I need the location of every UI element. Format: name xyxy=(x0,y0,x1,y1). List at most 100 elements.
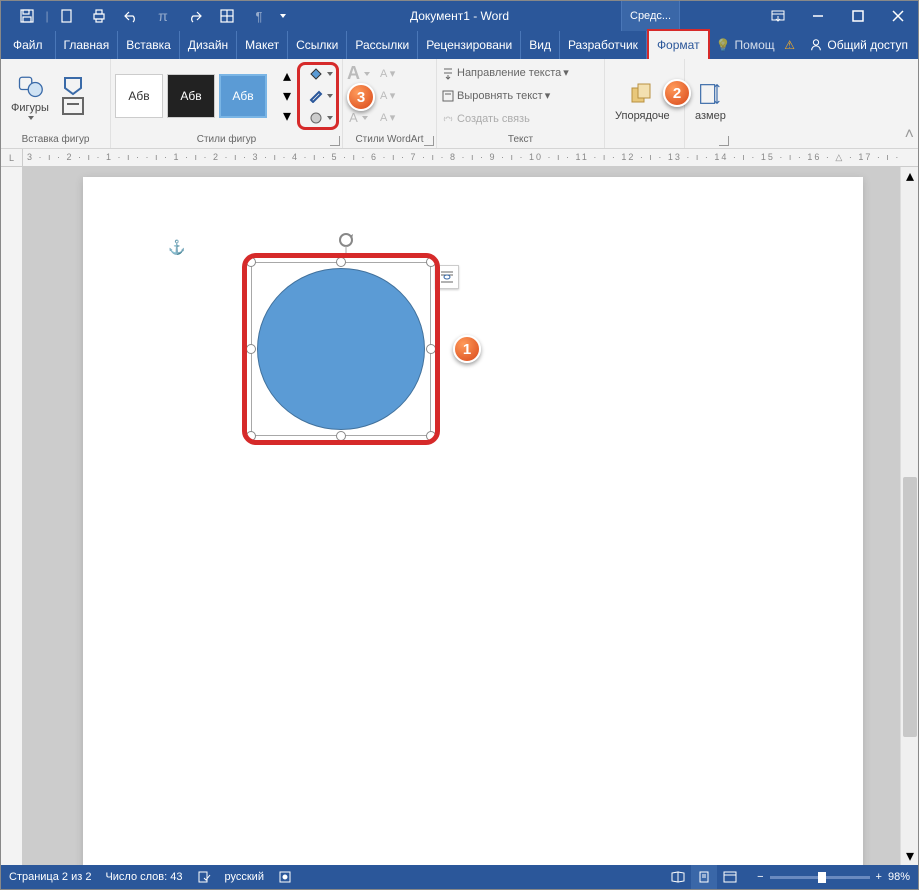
page[interactable]: ⚓ xyxy=(83,177,863,865)
show-marks-button[interactable]: ¶ xyxy=(243,1,275,31)
tab-review[interactable]: Рецензировани xyxy=(418,31,521,59)
shapes-button[interactable]: Фигуры xyxy=(5,70,55,122)
text-outline-button[interactable]: A ▾ xyxy=(380,86,395,106)
size-button[interactable]: азмер xyxy=(689,78,732,124)
save-button[interactable] xyxy=(11,1,43,31)
tab-layout[interactable]: Макет xyxy=(237,31,288,59)
titlebar: | π ¶ Документ1 - Word Средс... xyxy=(1,1,918,31)
wordart-quick[interactable]: A xyxy=(347,64,370,84)
zoom-in-button[interactable]: + xyxy=(876,871,882,883)
horizontal-ruler[interactable]: 3 · ı · 2 · ı · 1 · ı · · ı · 1 · ı · 2 … xyxy=(23,149,900,167)
zoom-level[interactable]: 98% xyxy=(888,871,910,883)
shape-style-2[interactable]: Абв xyxy=(167,74,215,118)
style-gallery-up[interactable]: ▴ xyxy=(273,67,301,85)
shape-fill-button[interactable] xyxy=(309,64,333,84)
align-text-button[interactable]: Выровнять текст ▾ xyxy=(441,86,569,106)
zoom-thumb[interactable] xyxy=(818,872,826,883)
collapse-ribbon-button[interactable]: ˄ xyxy=(905,126,914,144)
close-button[interactable] xyxy=(878,1,918,31)
tab-home[interactable]: Главная xyxy=(56,31,119,59)
circle-shape[interactable] xyxy=(257,268,425,430)
align-text-label: Выровнять текст xyxy=(457,90,543,102)
qat-customize[interactable] xyxy=(275,1,289,31)
tab-insert[interactable]: Вставка xyxy=(118,31,180,59)
drawing-tools-label: Средс... xyxy=(621,1,680,31)
maximize-button[interactable] xyxy=(838,1,878,31)
callout-1: 1 xyxy=(453,335,481,363)
scroll-thumb[interactable] xyxy=(903,477,917,737)
text-fill-button[interactable]: A ▾ xyxy=(380,64,395,84)
create-link-button[interactable]: Создать связь xyxy=(441,109,569,129)
read-mode-button[interactable] xyxy=(665,865,691,889)
warning-icon[interactable]: ⚠ xyxy=(781,31,799,59)
handle-se[interactable] xyxy=(426,431,436,441)
callout-2: 2 xyxy=(663,79,691,107)
anchor-icon: ⚓ xyxy=(168,239,185,256)
tab-mailings[interactable]: Рассылки xyxy=(347,31,418,59)
zoom-controls: − + 98% xyxy=(757,871,910,883)
tab-file[interactable]: Файл xyxy=(1,31,56,59)
language-indicator[interactable]: русский xyxy=(225,871,264,883)
undo-button[interactable] xyxy=(115,1,147,31)
view-buttons xyxy=(665,865,743,889)
print-button[interactable] xyxy=(83,1,115,31)
table-button[interactable] xyxy=(211,1,243,31)
tab-format[interactable]: Формат xyxy=(647,29,710,59)
tab-developer[interactable]: Разработчик xyxy=(560,31,647,59)
redo-button[interactable] xyxy=(179,1,211,31)
tell-me-search[interactable]: 💡Помощ xyxy=(710,31,781,59)
shape-effects-button[interactable] xyxy=(309,108,333,128)
arrange-label: Упорядоче xyxy=(615,110,670,122)
handle-s[interactable] xyxy=(336,431,346,441)
text-direction-button[interactable]: Направление текста ▾ xyxy=(441,63,569,83)
style-gallery-more[interactable]: ▾ xyxy=(273,107,301,125)
group-label-wordart: Стили WordArt xyxy=(343,132,436,148)
vertical-scrollbar[interactable]: ▴ ▾ xyxy=(900,167,918,865)
size-launcher[interactable] xyxy=(719,136,729,146)
style-gallery-down[interactable]: ▾ xyxy=(273,87,301,105)
group-size: азмер xyxy=(685,59,731,148)
handle-w[interactable] xyxy=(246,344,256,354)
scroll-up-button[interactable]: ▴ xyxy=(901,167,919,185)
selected-shape[interactable] xyxy=(251,262,431,436)
zoom-out-button[interactable]: − xyxy=(757,871,763,883)
minimize-button[interactable] xyxy=(798,1,838,31)
shape-outline-button[interactable] xyxy=(309,86,333,106)
macro-icon[interactable] xyxy=(278,870,292,884)
shapes-label: Фигуры xyxy=(11,102,49,114)
layout-options-button[interactable] xyxy=(435,265,459,289)
print-layout-button[interactable] xyxy=(691,865,717,889)
window-controls xyxy=(798,1,918,31)
handle-n[interactable] xyxy=(336,257,346,267)
zoom-slider[interactable] xyxy=(770,876,870,879)
group-label-insert-shapes: Вставка фигур xyxy=(1,132,110,148)
ribbon-options-button[interactable] xyxy=(758,8,798,24)
ribbon: Фигуры Вставка фигур Абв Абв Абв ▴ ▾ ▾ xyxy=(1,59,918,149)
share-button[interactable]: Общий доступ xyxy=(799,31,918,59)
shape-style-1[interactable]: Абв xyxy=(115,74,163,118)
shape-style-3[interactable]: Абв xyxy=(219,74,267,118)
ruler-row: L 3 · ı · 2 · ı · 1 · ı · · ı · 1 · ı · … xyxy=(1,149,918,167)
text-box-button[interactable] xyxy=(59,97,87,115)
web-layout-button[interactable] xyxy=(717,865,743,889)
text-effects-button[interactable]: A ▾ xyxy=(380,108,395,128)
ruler-corner[interactable]: L xyxy=(1,149,23,167)
tab-view[interactable]: Вид xyxy=(521,31,560,59)
word-count[interactable]: Число слов: 43 xyxy=(105,871,182,883)
document-area[interactable]: ⚓ xyxy=(23,167,900,865)
scroll-down-button[interactable]: ▾ xyxy=(901,847,919,865)
group-shape-styles: Абв Абв Абв ▴ ▾ ▾ Стили фигур xyxy=(111,59,343,148)
new-button[interactable] xyxy=(51,1,83,31)
vertical-ruler[interactable] xyxy=(1,167,23,865)
handle-nw[interactable] xyxy=(246,257,256,267)
page-indicator[interactable]: Страница 2 из 2 xyxy=(9,871,91,883)
wordart-launcher[interactable] xyxy=(424,136,434,146)
tab-design[interactable]: Дизайн xyxy=(180,31,237,59)
handle-e[interactable] xyxy=(426,344,436,354)
handle-sw[interactable] xyxy=(246,431,256,441)
tab-references[interactable]: Ссылки xyxy=(288,31,347,59)
create-link-label: Создать связь xyxy=(457,113,530,125)
shape-styles-launcher[interactable] xyxy=(330,136,340,146)
pi-button[interactable]: π xyxy=(147,1,179,31)
spellcheck-icon[interactable] xyxy=(197,870,211,884)
